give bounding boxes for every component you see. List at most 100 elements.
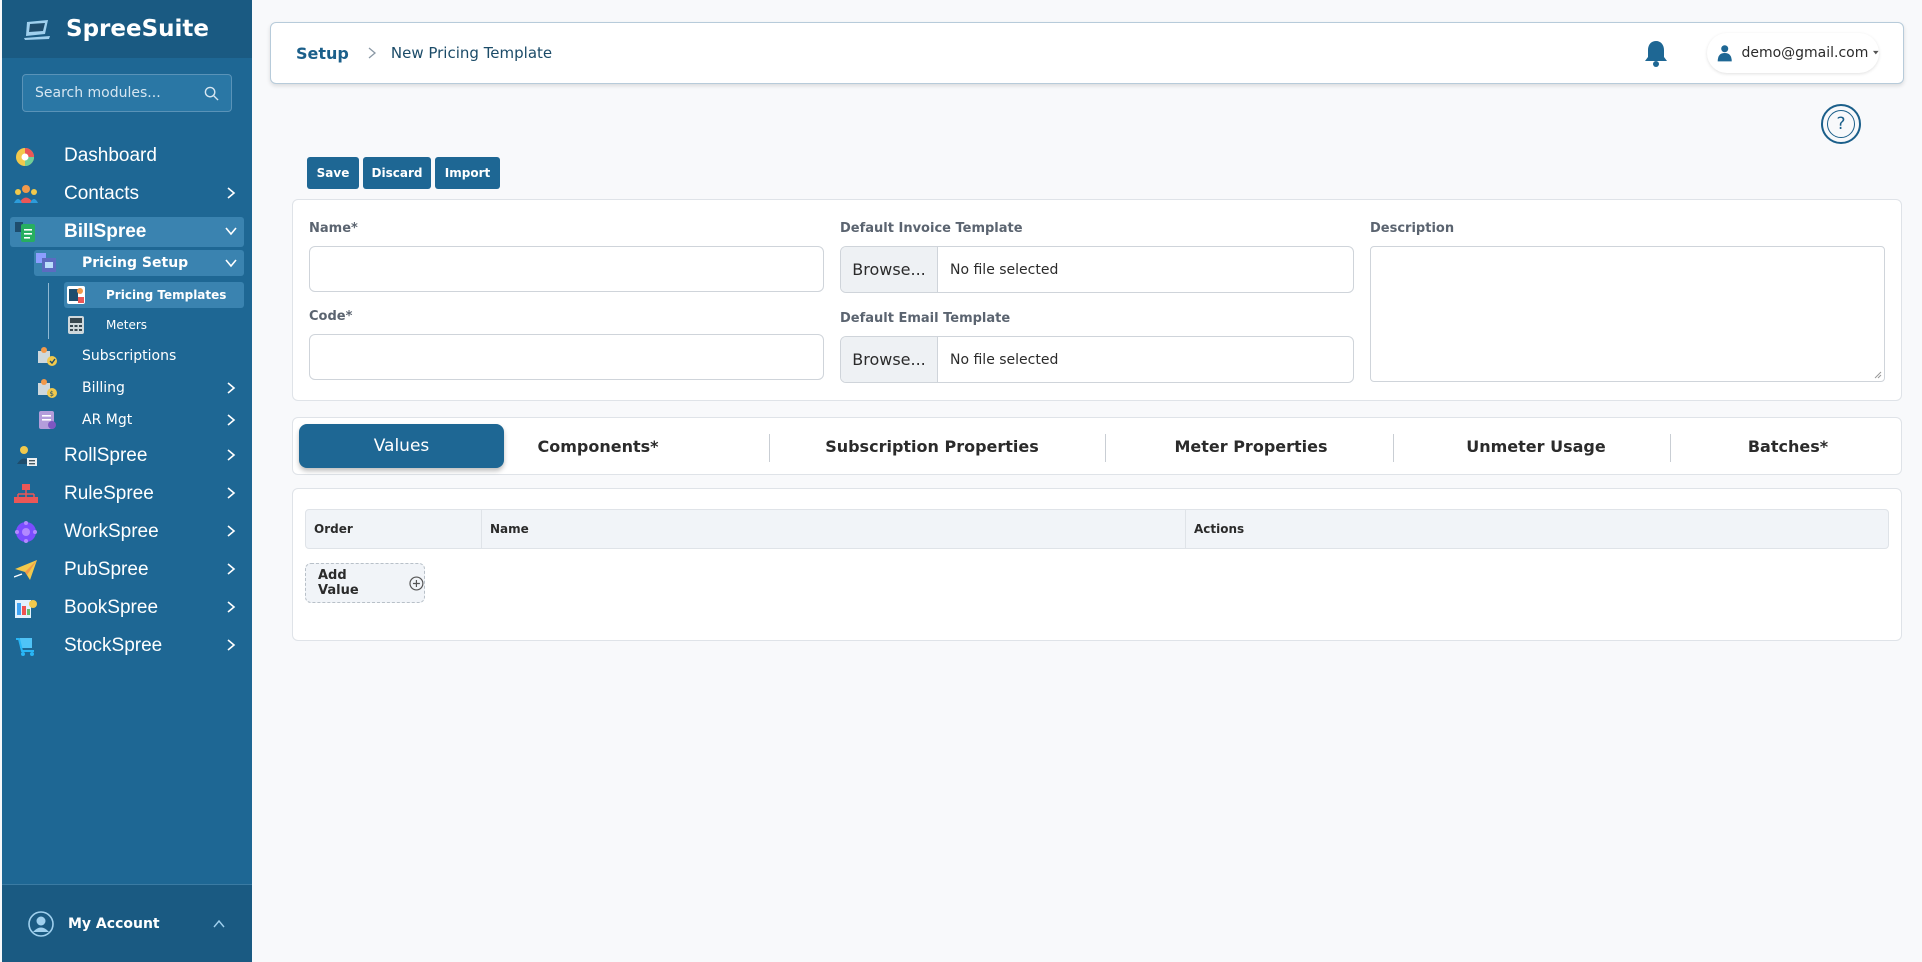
resize-handle-icon[interactable] [1874, 371, 1882, 379]
billspree-icon [14, 220, 38, 244]
pricing-setup-icon [36, 252, 58, 274]
add-value-label: Add Value [318, 568, 359, 598]
sidebar-item-label: BookSpree [64, 597, 159, 618]
name-label: Name* [309, 221, 358, 236]
sidebar-item-rulespree[interactable]: RuleSpree [10, 479, 244, 509]
tab-divider [1670, 434, 1671, 462]
chevron-down-icon [225, 227, 237, 236]
tab-meter-properties[interactable]: Meter Properties [1117, 424, 1385, 468]
search-icon[interactable] [204, 86, 219, 101]
tab-bar: Values Components* Subscription Properti… [292, 417, 1902, 475]
billing-icon: $ [36, 377, 58, 399]
rollspree-icon [14, 444, 38, 468]
values-table-panel: Order Name Actions Add Value [292, 488, 1902, 641]
sidebar-item-label: BillSpree [64, 221, 147, 242]
chevron-right-icon [227, 187, 236, 199]
email-file-status: No file selected [950, 351, 1059, 368]
sidebar-item-bookspree[interactable]: BookSpree [10, 593, 244, 623]
workspree-icon [14, 520, 38, 544]
values-table-header: Order Name Actions [305, 509, 1889, 549]
chevron-down-icon [225, 259, 237, 268]
contacts-icon [14, 182, 38, 206]
breadcrumb-setup[interactable]: Setup [296, 44, 349, 63]
rulespree-icon [14, 482, 38, 506]
help-button[interactable]: ? [1821, 104, 1861, 144]
tab-batches[interactable]: Batches* [1683, 424, 1893, 468]
pubspree-icon [14, 558, 38, 582]
chevron-right-icon [227, 563, 236, 575]
sidebar-item-stockspree[interactable]: StockSpree [10, 631, 244, 661]
sidebar-item-label: Dashboard [64, 145, 157, 166]
help-symbol: ? [1836, 114, 1846, 134]
sidebar-item-dashboard[interactable]: Dashboard [10, 141, 244, 171]
subscriptions-icon [36, 345, 58, 367]
column-header-order[interactable]: Order [306, 510, 482, 548]
sidebar-item-label: Contacts [64, 183, 139, 204]
my-account-toggle[interactable]: My Account [2, 884, 252, 962]
app-name: SpreeSuite [66, 16, 209, 42]
ar-mgt-icon [36, 409, 58, 431]
name-input[interactable] [309, 246, 824, 292]
top-bar: Setup New Pricing Template demo@gmail.co… [270, 22, 1904, 84]
sidebar-item-label: RollSpree [64, 445, 148, 466]
help-icon: ? [1827, 110, 1855, 138]
sidebar-item-label: StockSpree [64, 635, 163, 656]
sidebar-item-ar-mgt[interactable]: AR Mgt [34, 407, 244, 433]
sidebar-item-workspree[interactable]: WorkSpree [10, 517, 244, 547]
chevron-right-icon [227, 487, 236, 499]
module-search-input[interactable]: Search modules... [22, 74, 232, 112]
dashboard-pie-icon [14, 144, 38, 168]
sidebar-item-label: PubSpree [64, 559, 149, 580]
email-template-file-input[interactable]: Browse... No file selected [840, 336, 1354, 383]
caret-down-icon [1873, 50, 1879, 55]
sidebar-item-contacts[interactable]: Contacts [10, 179, 244, 209]
breadcrumb-current: New Pricing Template [390, 44, 553, 62]
email-template-label: Default Email Template [840, 311, 1011, 326]
sidebar-item-label: Pricing Templates [106, 288, 227, 302]
breadcrumb-chevron-icon [368, 47, 376, 59]
brand[interactable]: SpreeSuite [2, 0, 252, 58]
save-button[interactable]: Save [307, 157, 359, 189]
tab-divider [769, 434, 770, 462]
code-label: Code* [309, 309, 353, 324]
sidebar-item-label: Pricing Setup [82, 255, 189, 271]
sidebar-item-label: Billing [82, 380, 125, 396]
sidebar-item-label: RuleSpree [64, 483, 154, 504]
add-value-button[interactable]: Add Value [305, 563, 425, 603]
invoice-browse-button[interactable]: Browse... [841, 247, 938, 292]
tab-components[interactable]: Components* [518, 424, 678, 468]
sidebar-item-rollspree[interactable]: RollSpree [10, 441, 244, 471]
sidebar-item-pricing-templates[interactable]: Pricing Templates [64, 282, 244, 308]
import-button[interactable]: Import [435, 157, 500, 189]
column-header-name[interactable]: Name [482, 510, 1186, 548]
sidebar-item-subscriptions[interactable]: Subscriptions [34, 343, 244, 369]
stockspree-icon [14, 634, 38, 658]
tab-values[interactable]: Values [299, 424, 504, 468]
sidebar-item-pricing-setup[interactable]: Pricing Setup [34, 250, 244, 276]
tab-unmeter-usage[interactable]: Unmeter Usage [1405, 424, 1667, 468]
tab-subscription-properties[interactable]: Subscription Properties [781, 424, 1083, 468]
user-avatar-icon [28, 910, 54, 937]
description-label: Description [1370, 221, 1455, 236]
chevron-right-icon [227, 449, 236, 461]
code-input[interactable] [309, 334, 824, 380]
sidebar-item-billspree[interactable]: BillSpree [10, 217, 244, 247]
template-form-panel: Name* Code* Default Invoice Template Bro… [292, 199, 1902, 401]
invoice-template-file-input[interactable]: Browse... No file selected [840, 246, 1354, 293]
user-menu-button[interactable]: demo@gmail.com [1707, 33, 1879, 73]
meters-icon [66, 315, 86, 335]
chevron-right-icon [227, 639, 236, 651]
discard-button[interactable]: Discard [363, 157, 431, 189]
sidebar-item-label: AR Mgt [82, 412, 133, 428]
pricing-templates-icon [66, 285, 86, 305]
sidebar-item-meters[interactable]: Meters [64, 312, 244, 338]
bookspree-icon [14, 596, 38, 620]
plus-circle-icon [409, 575, 424, 591]
email-browse-button[interactable]: Browse... [841, 337, 938, 382]
sidebar-item-billing[interactable]: $ Billing [34, 375, 244, 401]
sidebar-item-pubspree[interactable]: PubSpree [10, 555, 244, 585]
user-email: demo@gmail.com [1741, 45, 1869, 61]
notification-bell-icon[interactable] [1641, 38, 1671, 68]
description-textarea[interactable] [1370, 246, 1885, 382]
user-icon [1717, 45, 1732, 62]
